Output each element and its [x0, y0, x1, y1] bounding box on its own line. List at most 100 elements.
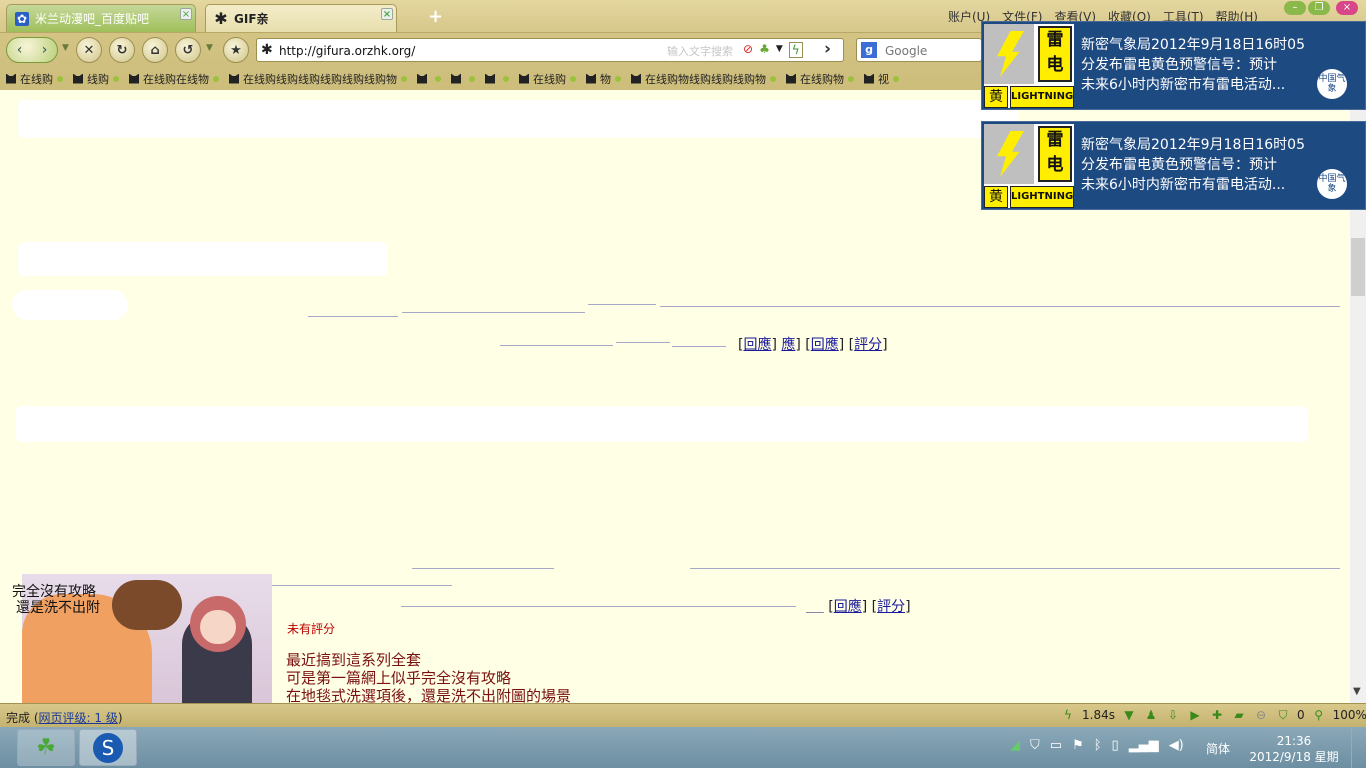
bluetooth-icon[interactable]: ᛒ	[1094, 738, 1102, 753]
weather-notification[interactable]: 雷 电 黄 LIGHTNING 新密气象局2012年9月18日16时05 分发布…	[981, 21, 1366, 110]
maximize-button[interactable]: ❐	[1308, 1, 1330, 15]
reply-link[interactable]: 回應	[834, 599, 862, 615]
refresh-button[interactable]: ↻	[109, 37, 135, 63]
favorites-button[interactable]: ★	[223, 37, 249, 63]
forward-icon[interactable]: ›	[42, 42, 48, 58]
home-button[interactable]: ⌂	[142, 37, 168, 63]
chevron-down-icon[interactable]: ▼	[206, 43, 213, 53]
dot-icon	[615, 75, 621, 82]
reply-link[interactable]: 回應	[743, 337, 771, 353]
divider-line	[660, 306, 1340, 307]
bookmark-item[interactable]: 在线购在线物	[129, 71, 219, 87]
lightning-icon[interactable]: ϟ	[1060, 707, 1076, 723]
address-input[interactable]	[279, 42, 659, 59]
new-tab-button[interactable]: +	[428, 6, 443, 27]
bookmark-item[interactable]: 在线购物	[786, 71, 854, 87]
dot-icon	[113, 75, 119, 82]
scrollbar-thumb[interactable]	[1351, 238, 1365, 296]
chevron-down-icon[interactable]: ▼	[776, 42, 783, 58]
plus-icon[interactable]: ✚	[1209, 707, 1225, 723]
bookmark-label: 在线购	[20, 72, 53, 86]
thumb-hair	[112, 580, 182, 630]
close-window-button[interactable]: ×	[1336, 1, 1358, 15]
chevron-down-icon[interactable]: ▼	[62, 43, 69, 53]
shield-icon[interactable]: ▼	[1121, 707, 1137, 723]
bookmark-icon	[586, 73, 596, 84]
tab-title: 米兰动漫吧_百度贴吧	[35, 12, 150, 26]
tab-baidu[interactable]: ✿ 米兰动漫吧_百度贴吧 ×	[6, 4, 196, 32]
dot-icon	[57, 75, 63, 82]
download-icon[interactable]: ⇩	[1165, 707, 1181, 723]
link-fragment[interactable]	[806, 599, 824, 615]
tree-icon[interactable]: ♣	[759, 42, 770, 58]
divider-line	[672, 346, 726, 347]
divider-line	[500, 345, 613, 346]
user-icon[interactable]: ♟	[1143, 707, 1159, 723]
input-method[interactable]: 简体	[1206, 740, 1230, 757]
back-icon[interactable]: ‹	[17, 42, 23, 58]
bookmark-icon	[129, 73, 139, 84]
bookmark-label: 线购	[87, 72, 109, 86]
lightning-icon[interactable]: ϟ	[788, 42, 803, 58]
bookmark-item[interactable]: 在线购	[519, 71, 576, 87]
stop-button[interactable]: ✕	[76, 37, 102, 63]
status-label: 完成	[6, 711, 31, 725]
warning-chars: 雷 电	[1038, 126, 1072, 182]
bookmark-item[interactable]	[485, 73, 509, 84]
clock-time: 21:36	[1276, 734, 1312, 748]
show-desktop-button[interactable]	[1351, 727, 1366, 768]
dot-icon	[503, 75, 509, 82]
clover-app-button[interactable]: ☘	[17, 729, 75, 766]
close-icon[interactable]: ×	[381, 8, 393, 20]
bookmark-item[interactable]: 在线购	[6, 71, 63, 87]
battery-icon[interactable]: ▯	[1112, 738, 1119, 753]
minimize-button[interactable]: –	[1284, 1, 1306, 15]
notification-text: 新密气象局2012年9月18日16时05 分发布雷电黄色预警信号：预计 未来6小…	[1081, 135, 1321, 195]
shield-icon[interactable]: ⛉	[1030, 738, 1040, 753]
reply-link[interactable]: 回應	[811, 337, 839, 353]
reply-link[interactable]: 應	[781, 337, 795, 353]
page-rating-link[interactable]: 网页评级: 1 级	[39, 711, 118, 725]
dot-icon	[469, 75, 475, 82]
google-icon[interactable]: g	[861, 42, 877, 58]
volume-icon[interactable]: ◀)	[1169, 738, 1184, 753]
notification-line: 分发布雷电黄色预警信号：预计	[1081, 157, 1277, 173]
flag-icon[interactable]: ⚑	[1072, 738, 1084, 753]
notification-line: 新密气象局2012年9月18日16时05	[1081, 137, 1305, 153]
minus-icon[interactable]: ⊖	[1253, 707, 1269, 723]
stop-icon: ✕	[83, 42, 95, 58]
folder-icon[interactable]: ▰	[1231, 707, 1247, 723]
shield-icon[interactable]: ⛉	[1275, 707, 1291, 723]
signal-icon[interactable]: ▂▄▆	[1129, 738, 1159, 753]
search-input[interactable]	[885, 42, 979, 59]
asterisk-icon: ✱	[261, 42, 273, 58]
bookmark-item[interactable]: 视	[864, 71, 899, 87]
zoom-icon[interactable]: ⚲	[1311, 707, 1327, 723]
zoom-level[interactable]: 100%	[1333, 708, 1366, 722]
monitor-icon[interactable]: ▭	[1050, 738, 1062, 753]
bookmark-item[interactable]	[417, 73, 441, 84]
browser-app-button[interactable]: S	[79, 729, 137, 766]
network-arrow-icon[interactable]: ◢	[1010, 738, 1020, 753]
bookmark-icon	[73, 73, 83, 84]
warning-char: 雷	[1046, 30, 1064, 50]
bookmark-item[interactable]: 在线购线购线购线购线购线购物	[229, 71, 407, 87]
caption-line: 還是洗不出附	[16, 600, 100, 616]
weather-notification[interactable]: 雷 电 黄 LIGHTNING 新密气象局2012年9月18日16时05 分发布…	[981, 121, 1366, 210]
chevron-down-icon[interactable]: ▼	[1353, 686, 1361, 697]
undo-button[interactable]: ↺	[175, 37, 201, 63]
bookmark-item[interactable]: 物	[586, 71, 621, 87]
play-icon[interactable]: ▶	[1187, 707, 1203, 723]
go-icon[interactable]: ›	[824, 39, 831, 59]
bookmark-icon	[519, 73, 529, 84]
rate-link[interactable]: 評分	[854, 337, 882, 353]
close-icon[interactable]: ×	[180, 8, 192, 20]
rate-link[interactable]: 評分	[877, 599, 905, 615]
bookmark-item[interactable]: 在线购物线购线购线购物	[631, 71, 776, 87]
block-icon[interactable]: ⊘	[743, 42, 753, 58]
lightning-warning-icon: 雷 电 黄 LIGHTNING	[984, 124, 1074, 208]
bookmark-item[interactable]: 线购	[73, 71, 119, 87]
bookmark-item[interactable]	[451, 73, 475, 84]
tab-gif[interactable]: ✱ GIF亲 ×	[205, 4, 397, 32]
clock[interactable]: 21:36 2012/9/18 星期二	[1244, 733, 1344, 768]
